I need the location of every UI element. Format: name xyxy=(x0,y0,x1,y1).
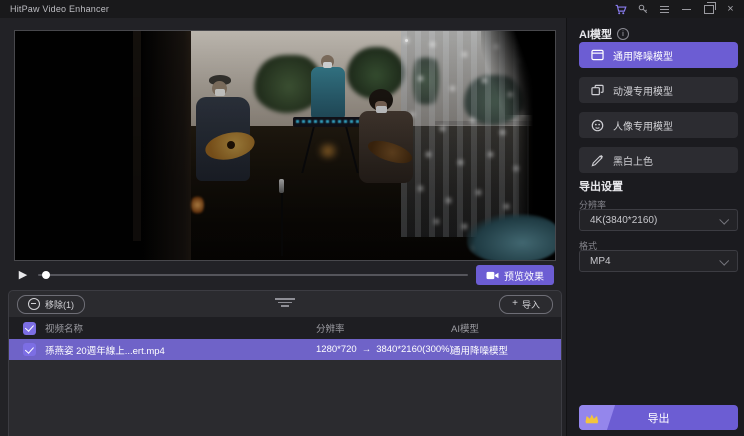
maximize-button[interactable] xyxy=(702,3,715,16)
chevron-down-icon xyxy=(719,256,729,266)
plus-icon: + xyxy=(512,299,518,309)
table-row[interactable]: 孫燕姿 20週年線上...ert.mp4 1280*720 → 3840*2160(… xyxy=(9,339,561,360)
resolution-to: 3840*2160(300%) xyxy=(376,344,453,355)
row-file-name: 孫燕姿 20週年線上...ert.mp4 xyxy=(45,343,165,357)
seek-slider[interactable] xyxy=(38,274,468,276)
titlebar: HitPaw Video Enhancer × xyxy=(0,0,744,18)
export-label: 导出 xyxy=(648,410,670,426)
export-settings-title: 导出设置 xyxy=(579,178,623,194)
preview-effect-label: 预览效果 xyxy=(504,268,544,283)
crown-icon xyxy=(579,405,615,430)
transport-controls: ▶ 预览效果 xyxy=(0,264,566,286)
frame-icon xyxy=(591,49,604,61)
video-preview[interactable] xyxy=(14,30,556,261)
seek-handle[interactable] xyxy=(42,271,50,279)
file-list-panel: 移除(1) + 导入 视频名称 分辨率 AI模型 孫燕姿 20週年線上...er… xyxy=(8,290,562,436)
format-select[interactable]: MP4 xyxy=(579,250,738,272)
chevron-down-icon xyxy=(719,215,729,225)
column-ai-model: AI模型 xyxy=(451,321,479,335)
collapse-handle-icon[interactable] xyxy=(275,298,295,307)
close-button[interactable]: × xyxy=(724,3,737,16)
import-label: 导入 xyxy=(522,298,540,311)
minus-circle-icon xyxy=(28,298,40,310)
resolution-from: 1280*720 xyxy=(316,344,357,355)
menu-icon[interactable] xyxy=(658,3,671,16)
main-area: ▶ 预览效果 移除(1) + 导入 xyxy=(0,18,566,436)
row-ai-model: 通用降噪模型 xyxy=(451,343,508,357)
resolution-value: 4K(3840*2160) xyxy=(590,215,657,226)
export-button[interactable]: 导出 xyxy=(579,405,738,430)
pictures-icon xyxy=(591,84,604,96)
window-title: HitPaw Video Enhancer xyxy=(10,4,109,14)
arrow-icon: → xyxy=(362,344,372,355)
scene-vignette xyxy=(15,31,555,260)
model-label: 人像专用模型 xyxy=(613,118,673,133)
model-button-general-denoise[interactable]: 通用降噪模型 xyxy=(579,42,738,68)
remove-button[interactable]: 移除(1) xyxy=(17,295,85,314)
column-video-name: 视频名称 xyxy=(45,321,83,335)
play-button[interactable]: ▶ xyxy=(16,267,30,281)
select-all-checkbox[interactable] xyxy=(23,322,36,335)
minimize-button[interactable] xyxy=(680,3,693,16)
format-value: MP4 xyxy=(590,256,611,267)
model-button-anime[interactable]: 动漫专用模型 xyxy=(579,77,738,103)
column-resolution: 分辨率 xyxy=(316,321,345,335)
brush-icon xyxy=(591,154,604,167)
model-button-colorize[interactable]: 黑白上色 xyxy=(579,147,738,173)
file-list-toolbar: 移除(1) + 导入 xyxy=(9,291,561,317)
file-list-header: 视频名称 分辨率 AI模型 xyxy=(9,317,561,339)
sidebar: AI模型 i 通用降噪模型 动漫专用模型 人像专用模型 黑白上色 导出设置 分辨… xyxy=(566,18,744,436)
model-button-portrait[interactable]: 人像专用模型 xyxy=(579,112,738,138)
ai-models-title: AI模型 i xyxy=(579,26,629,42)
video-camera-icon xyxy=(486,270,499,281)
resolution-select[interactable]: 4K(3840*2160) xyxy=(579,209,738,231)
model-label: 黑白上色 xyxy=(613,153,653,168)
row-resolution: 1280*720 → 3840*2160(300%) xyxy=(316,344,453,355)
cart-icon[interactable] xyxy=(614,3,627,16)
face-icon xyxy=(591,119,604,132)
import-button[interactable]: + 导入 xyxy=(499,295,553,314)
titlebar-actions: × xyxy=(614,3,744,16)
row-checkbox[interactable] xyxy=(23,343,36,356)
key-icon[interactable] xyxy=(636,3,649,16)
ai-models-title-text: AI模型 xyxy=(579,26,612,42)
app-window: HitPaw Video Enhancer × xyxy=(0,0,744,436)
model-label: 通用降噪模型 xyxy=(613,48,673,63)
remove-label: 移除(1) xyxy=(45,298,74,311)
preview-effect-button[interactable]: 预览效果 xyxy=(476,265,554,285)
info-icon[interactable]: i xyxy=(617,28,629,40)
model-label: 动漫专用模型 xyxy=(613,83,673,98)
